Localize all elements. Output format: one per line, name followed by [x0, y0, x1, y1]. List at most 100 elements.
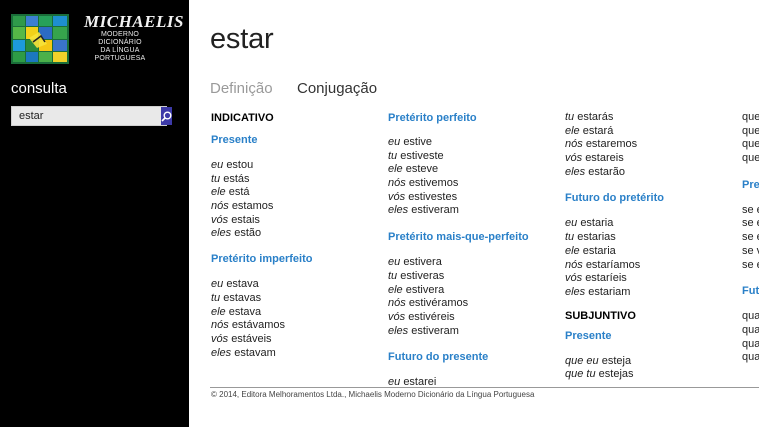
- pronoun: nós: [565, 258, 583, 271]
- pronoun: eles: [565, 165, 586, 178]
- mood-heading: SUBJUNTIVO: [565, 309, 636, 322]
- conjugation-row: que: [742, 138, 759, 151]
- conjugation-row: qua: [742, 323, 759, 336]
- tab-conjugacao[interactable]: Conjugação: [297, 80, 377, 97]
- verb-form: estaremos: [585, 138, 638, 151]
- verb-form: estiveram: [411, 204, 459, 217]
- verb-form: estaria: [582, 244, 616, 257]
- conjugation-row: se e: [742, 203, 759, 216]
- pronoun: eles: [388, 204, 409, 217]
- search-button[interactable]: [161, 107, 172, 125]
- pronoun: que tu: [565, 368, 596, 381]
- conjugation-row: qua: [742, 351, 759, 364]
- conjugation-row: se e: [742, 231, 759, 244]
- conjugation-row: ele estará: [565, 125, 664, 139]
- pronoun: eu: [388, 136, 401, 148]
- brand-line: PORTUGUESA: [94, 55, 146, 62]
- verb-form: estão: [234, 227, 262, 240]
- conjugation-row: nós estivéramos: [388, 297, 529, 311]
- conjugation-row: nós estivemos: [388, 177, 529, 191]
- conjugation-row: vós estáveis: [211, 333, 312, 347]
- brand-line: MODERNO: [101, 31, 139, 38]
- pronoun: tu: [211, 172, 221, 185]
- pronoun: ele: [211, 305, 226, 318]
- conjugation-column-3: tu estarás ele estará nós estaremos vós est…: [565, 111, 664, 382]
- conjugation-row: ele está: [211, 186, 312, 200]
- pronoun: nós: [211, 319, 229, 332]
- verb-form: estarias: [577, 231, 616, 244]
- conjugation-row: eu estaria: [565, 217, 664, 231]
- mood-heading: INDICATIVO: [211, 112, 274, 124]
- conjugation-row: eu estou: [211, 159, 312, 173]
- conjugation-row: vós estivéreis: [388, 311, 529, 325]
- verb-form: esteja: [601, 354, 632, 367]
- conjugation-row: tu estiveras: [388, 270, 529, 284]
- verb-form: estaríeis: [585, 272, 627, 285]
- pronoun: eu: [388, 256, 401, 269]
- brand-name: MICHAELIS: [84, 12, 184, 31]
- verb-form: estiveste: [400, 149, 444, 162]
- tense-heading: Pretérito perfeito: [388, 112, 477, 124]
- verb-form: estávamos: [231, 319, 286, 332]
- verb-form: estará: [582, 124, 614, 137]
- conjugation-row: nós estaríamos: [565, 259, 664, 273]
- michaelis-logo-icon: [11, 14, 69, 64]
- tab-definicao[interactable]: Definição: [210, 80, 273, 97]
- verb-form: estivéreis: [408, 310, 455, 323]
- conjugation-row: eles estariam: [565, 286, 664, 300]
- pronoun: tu: [565, 111, 575, 123]
- conjugation-row: eu estivera: [388, 256, 529, 270]
- verb-form: estivemos: [408, 177, 459, 190]
- copyright-footer: © 2014, Editora Melhoramentos Ltda., Mic…: [211, 390, 535, 399]
- tense-heading: Presente: [211, 134, 258, 146]
- conjugation-row: vós estaríeis: [565, 272, 664, 286]
- verb-form: estava: [228, 305, 262, 318]
- verb-form: estejas: [598, 368, 634, 381]
- verb-form: estavas: [223, 291, 262, 304]
- pronoun: tu: [211, 291, 221, 304]
- conjugation-row: nós estamos: [211, 200, 312, 214]
- conjugation-row: tu estarias: [565, 231, 664, 245]
- verb-form: estariam: [588, 285, 631, 298]
- conjugation-row: se e: [742, 258, 759, 271]
- pronoun: ele: [388, 163, 403, 176]
- conjugation-row: se e: [742, 217, 759, 230]
- conjugation-row: tu estiveste: [388, 150, 529, 164]
- pronoun: vós: [565, 272, 583, 285]
- verb-form: estiveras: [400, 269, 445, 282]
- pronoun: nós: [388, 297, 406, 310]
- pronoun: nós: [565, 138, 583, 151]
- conjugation-column-1: INDICATIVO Presente eu estou tu estás ele es…: [211, 110, 312, 360]
- pronoun: eu: [211, 278, 224, 291]
- verb-form: estivera: [403, 256, 442, 269]
- verb-form: estiveram: [411, 324, 459, 337]
- pronoun: eles: [211, 227, 232, 240]
- footer-divider: [210, 387, 759, 388]
- pronoun: vós: [211, 213, 229, 226]
- pronoun: nós: [211, 200, 229, 213]
- verb-form: estive: [403, 136, 433, 148]
- pronoun: eles: [211, 346, 232, 359]
- conjugation-row: qua: [742, 337, 759, 350]
- main-content: estar Definição Conjugação INDICATIVO Pre…: [189, 0, 759, 427]
- conjugation-row: ele esteve: [388, 163, 529, 177]
- conjugation-row: que: [742, 111, 759, 123]
- conjugation-row: eles estiveram: [388, 325, 529, 339]
- search-label: consulta: [11, 80, 67, 97]
- search-input[interactable]: [12, 107, 161, 125]
- conjugation-column-2: Pretérito perfeito eu estive tu estiveste e…: [388, 109, 529, 390]
- pronoun: eu: [565, 217, 578, 230]
- search-icon: [161, 111, 172, 122]
- conjugation-row: vós estais: [211, 214, 312, 228]
- pronoun: vós: [388, 190, 406, 203]
- conjugation-row: se v: [742, 244, 759, 257]
